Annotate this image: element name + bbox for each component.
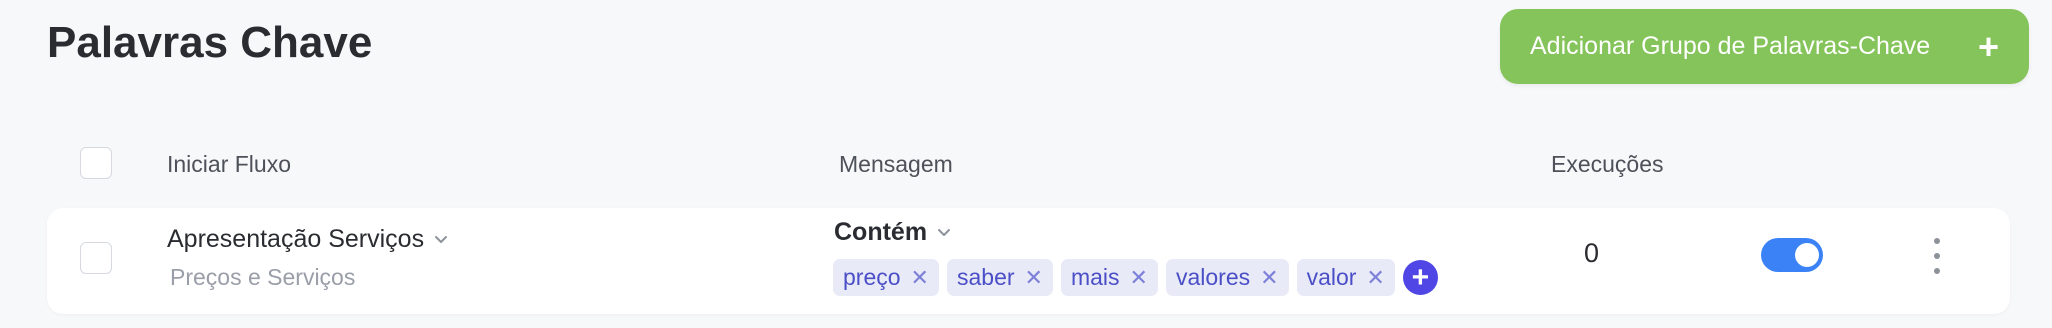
add-keyword-group-label: Adicionar Grupo de Palavras-Chave (1530, 32, 1931, 60)
table-row: Apresentação Serviços Preços e Serviços … (47, 208, 2010, 314)
remove-keyword-icon[interactable]: ✕ (1366, 265, 1384, 291)
keyword-text: saber (956, 264, 1015, 290)
chevron-down-icon (938, 228, 951, 236)
column-header-flow: Iniciar Fluxo (167, 151, 291, 177)
enabled-toggle[interactable] (1761, 238, 1823, 272)
flow-subtitle: Preços e Serviços (170, 264, 356, 290)
keyword-tag: valor ✕ (1296, 259, 1395, 296)
keyword-text: valores (1175, 264, 1251, 290)
flow-select[interactable]: Apresentação Serviços (167, 225, 448, 254)
keyword-text: mais (1070, 264, 1120, 290)
select-all-checkbox[interactable] (80, 147, 112, 179)
condition-select[interactable]: Contém (834, 218, 951, 247)
keyword-text: preço (843, 264, 901, 290)
more-options-icon[interactable] (1931, 238, 1943, 274)
add-keyword-button[interactable]: + (1402, 260, 1438, 295)
keyword-tag: mais ✕ (1060, 259, 1158, 296)
page-title: Palavras Chave (47, 18, 373, 67)
column-header-executions: Execuções (1551, 151, 1664, 177)
chevron-down-icon (435, 235, 448, 243)
row-checkbox[interactable] (80, 242, 112, 274)
keyword-tag: valores ✕ (1165, 259, 1289, 296)
flow-name: Apresentação Serviços (167, 225, 425, 253)
keyword-tag: preço ✕ (833, 259, 939, 296)
toggle-knob (1795, 243, 1819, 267)
keyword-tags: preço ✕ saber ✕ mais ✕ valores ✕ valor ✕… (833, 259, 1438, 296)
remove-keyword-icon[interactable]: ✕ (1025, 265, 1043, 291)
column-header-message: Mensagem (839, 151, 953, 177)
plus-icon: + (1977, 25, 1999, 67)
condition-label: Contém (834, 218, 928, 246)
add-keyword-group-button[interactable]: Adicionar Grupo de Palavras-Chave + (1500, 9, 2029, 84)
remove-keyword-icon[interactable]: ✕ (911, 265, 929, 291)
keyword-text: valor (1306, 264, 1357, 290)
executions-count: 0 (1584, 238, 1600, 268)
keyword-tag: saber ✕ (946, 259, 1053, 296)
remove-keyword-icon[interactable]: ✕ (1130, 265, 1148, 291)
remove-keyword-icon[interactable]: ✕ (1260, 265, 1278, 291)
